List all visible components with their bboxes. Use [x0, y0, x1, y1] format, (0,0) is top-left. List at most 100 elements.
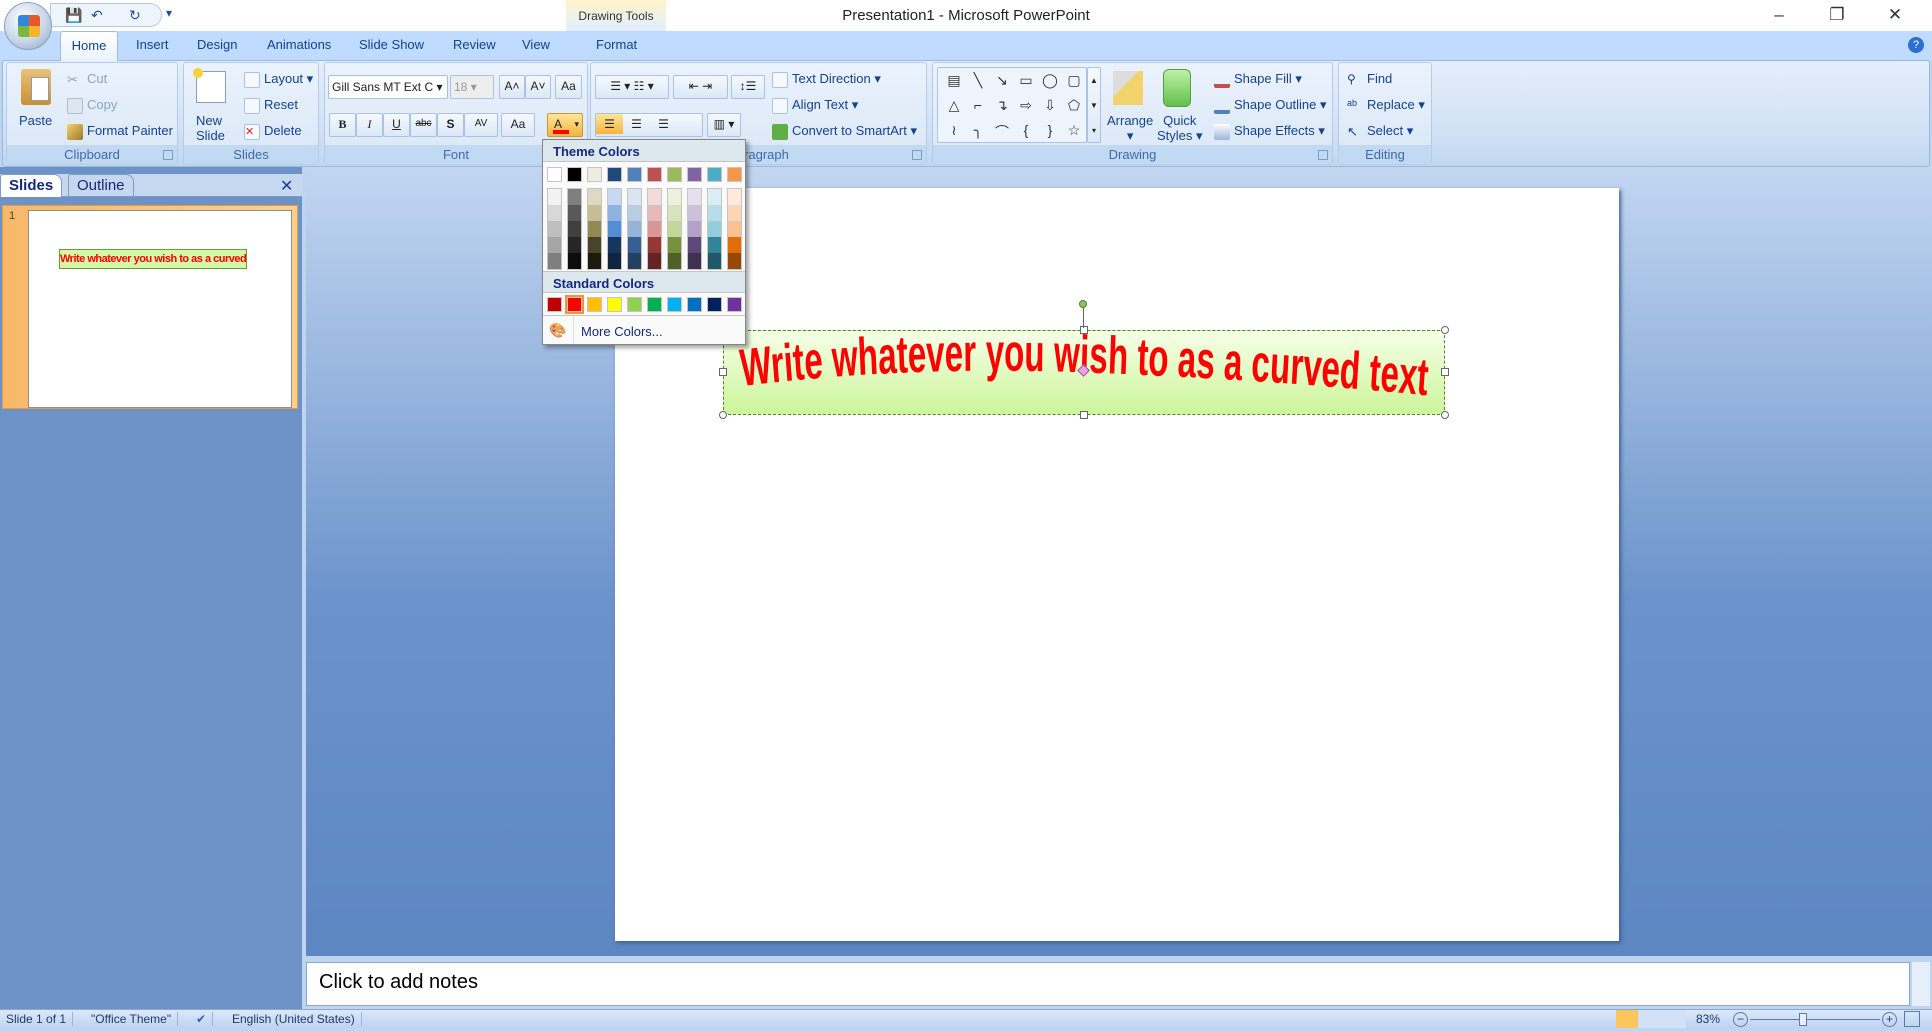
theme-color-swatch[interactable]	[727, 167, 742, 182]
shade-color-swatch[interactable]	[648, 189, 661, 205]
shape-item[interactable]: ╲	[968, 72, 988, 89]
resize-handle[interactable]	[1441, 368, 1449, 376]
shade-color-swatch[interactable]	[628, 189, 641, 205]
columns-button[interactable]: ▥ ▾	[707, 113, 741, 137]
dialog-launcher-icon[interactable]	[912, 150, 922, 160]
theme-color-swatch[interactable]	[567, 167, 582, 182]
save-icon[interactable]: 💾	[65, 7, 82, 24]
new-slide-button[interactable]: New Slide	[196, 113, 225, 143]
shade-color-swatch[interactable]	[548, 205, 561, 221]
redo-icon[interactable]: ↻	[129, 7, 141, 24]
quick-styles-button[interactable]: Quick Styles ▾	[1157, 113, 1203, 144]
font-size-dropdown[interactable]: 18 ▾	[450, 75, 494, 99]
standard-color-swatch[interactable]	[565, 295, 584, 314]
reset-button[interactable]: Reset	[244, 97, 298, 114]
underline-button[interactable]: U	[383, 113, 410, 137]
text-direction-button[interactable]: Text Direction ▾	[772, 71, 881, 88]
standard-color-swatch[interactable]	[687, 297, 702, 312]
shade-color-swatch[interactable]	[728, 253, 741, 269]
shade-color-swatch[interactable]	[628, 237, 641, 253]
shape-item[interactable]: ⌐	[968, 97, 988, 113]
shade-color-swatch[interactable]	[568, 205, 581, 221]
shade-color-swatch[interactable]	[668, 205, 681, 221]
customize-qat-icon[interactable]: ▾	[166, 6, 172, 20]
format-painter-button[interactable]: Format Painter	[67, 123, 173, 140]
tab-design[interactable]: Design	[197, 37, 237, 52]
shade-color-swatch[interactable]	[548, 253, 561, 269]
shape-item[interactable]: {	[1016, 122, 1036, 138]
layout-button[interactable]: Layout ▾	[244, 71, 313, 88]
italic-button[interactable]: I	[356, 113, 383, 137]
text-shadow-button[interactable]: S	[437, 113, 464, 137]
shade-color-swatch[interactable]	[548, 189, 561, 205]
resize-handle[interactable]	[1441, 326, 1449, 334]
theme-color-swatch[interactable]	[587, 167, 602, 182]
shape-item[interactable]: ↴	[992, 97, 1012, 114]
shade-color-swatch[interactable]	[708, 237, 721, 253]
shape-item[interactable]: ◯	[1040, 72, 1060, 89]
gallery-scroll[interactable]: ▲ ▼ ▾	[1087, 67, 1101, 143]
shape-item[interactable]: ▤	[944, 72, 964, 89]
view-buttons[interactable]	[1616, 1010, 1686, 1028]
strikethrough-button[interactable]: abc	[410, 113, 437, 137]
standard-color-swatch[interactable]	[727, 297, 742, 312]
shade-color-swatch[interactable]	[668, 237, 681, 253]
shape-item[interactable]: △	[944, 97, 964, 114]
standard-color-swatch[interactable]	[627, 297, 642, 312]
shade-color-swatch[interactable]	[688, 205, 701, 221]
tab-insert[interactable]: Insert	[136, 37, 169, 52]
shade-color-swatch[interactable]	[708, 189, 721, 205]
close-button[interactable]: ✕	[1872, 2, 1918, 28]
shade-color-swatch[interactable]	[708, 221, 721, 237]
standard-color-swatch[interactable]	[607, 297, 622, 312]
shade-color-swatch[interactable]	[628, 253, 641, 269]
shade-color-swatch[interactable]	[588, 189, 601, 205]
theme-color-swatch[interactable]	[687, 167, 702, 182]
shape-effects-button[interactable]: Shape Effects ▾	[1214, 123, 1325, 140]
shade-color-swatch[interactable]	[728, 189, 741, 205]
zoom-slider[interactable]	[1750, 1019, 1880, 1020]
help-icon[interactable]: ?	[1908, 37, 1924, 53]
shade-color-swatch[interactable]	[608, 221, 621, 237]
dialog-launcher-icon[interactable]	[163, 150, 173, 160]
shade-color-swatch[interactable]	[728, 221, 741, 237]
grow-font-button[interactable]: A˄	[499, 75, 525, 99]
line-spacing-button[interactable]: ↕☰	[731, 75, 765, 99]
zoom-out-icon[interactable]: −	[1733, 1012, 1748, 1027]
tab-slide-show[interactable]: Slide Show	[359, 37, 424, 52]
shade-color-swatch[interactable]	[608, 253, 621, 269]
convert-smartart-button[interactable]: Convert to SmartArt ▾	[772, 123, 917, 140]
shade-color-swatch[interactable]	[568, 221, 581, 237]
paste-button[interactable]: Paste	[19, 113, 52, 128]
shade-color-swatch[interactable]	[648, 237, 661, 253]
shrink-font-button[interactable]: A˅	[525, 75, 551, 99]
clear-formatting-button[interactable]: Aa	[555, 75, 582, 99]
notes-pane[interactable]: Click to add notes	[306, 962, 1910, 1006]
shade-color-swatch[interactable]	[628, 221, 641, 237]
rotation-handle[interactable]	[1079, 300, 1087, 308]
zoom-level[interactable]: 83%	[1690, 1012, 1726, 1026]
shade-color-swatch[interactable]	[728, 237, 741, 253]
slide-canvas[interactable]	[615, 188, 1619, 941]
shade-color-swatch[interactable]	[688, 237, 701, 253]
copy-button[interactable]: Copy	[67, 97, 117, 114]
standard-color-swatch[interactable]	[707, 297, 722, 312]
theme-color-swatch[interactable]	[627, 167, 642, 182]
resize-handle[interactable]	[1441, 411, 1449, 419]
spellcheck-icon[interactable]: ✔	[190, 1012, 214, 1026]
character-spacing-button[interactable]: AV	[464, 113, 498, 137]
shapes-gallery[interactable]: ▤ ╲ ↘ ▭ ◯ ▢ △ ⌐ ↴ ⇨ ⇩ ⬠ ≀ ╮ ⌒{} ☆	[937, 67, 1087, 143]
theme-color-swatch[interactable]	[707, 167, 722, 182]
zoom-slider-thumb[interactable]	[1798, 1013, 1807, 1026]
undo-icon[interactable]: ↶	[91, 7, 103, 24]
theme-color-swatch[interactable]	[547, 167, 562, 182]
minimize-button[interactable]: –	[1756, 2, 1802, 28]
shade-color-swatch[interactable]	[588, 205, 601, 221]
shade-color-swatch[interactable]	[548, 221, 561, 237]
font-color-button[interactable]: A ▾	[547, 113, 583, 137]
replace-button[interactable]: ab Replace ▾	[1347, 97, 1425, 114]
shade-color-swatch[interactable]	[568, 253, 581, 269]
shade-color-swatch[interactable]	[608, 189, 621, 205]
shade-color-swatch[interactable]	[648, 205, 661, 221]
shade-color-swatch[interactable]	[628, 205, 641, 221]
